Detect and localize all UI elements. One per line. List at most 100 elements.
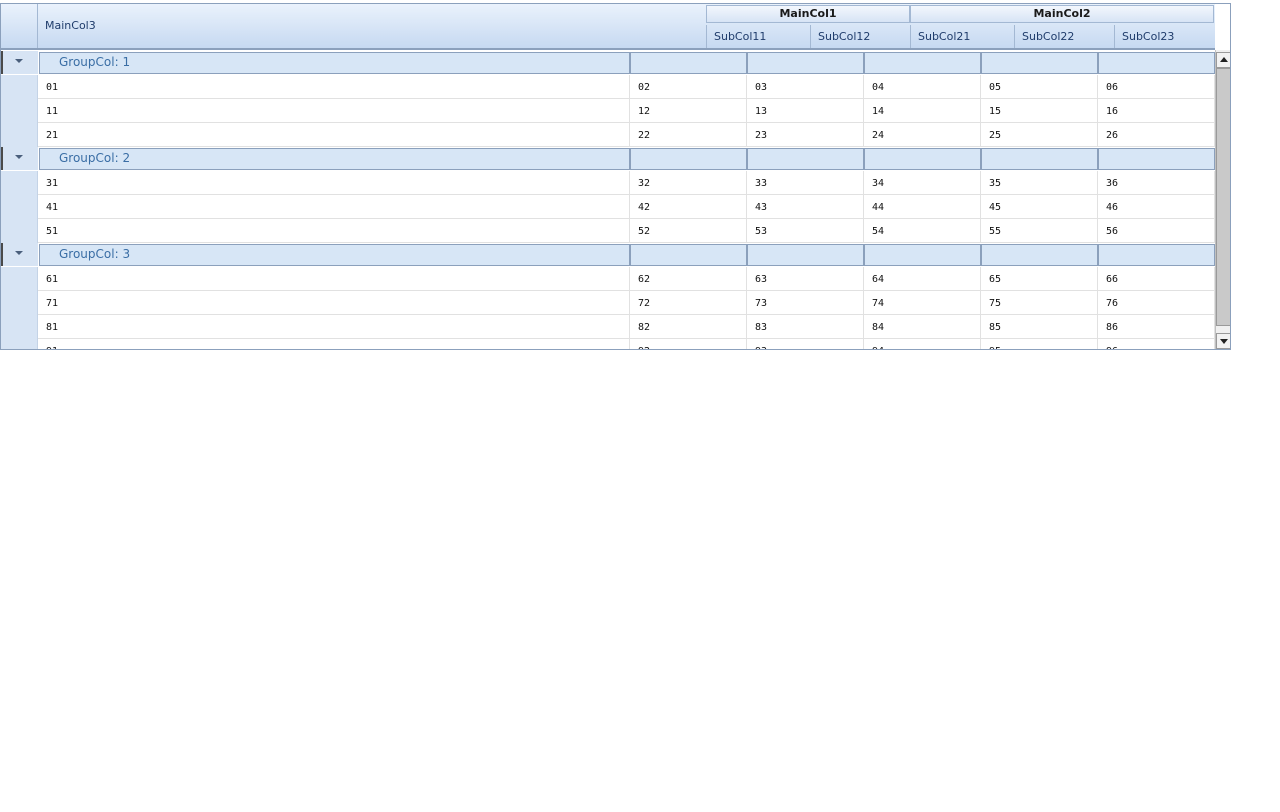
table-cell[interactable]: 84 — [864, 315, 981, 339]
table-cell[interactable]: 53 — [747, 219, 864, 243]
table-row[interactable]: 01 02 03 04 05 06 — [1, 75, 1215, 99]
header-subcol11[interactable]: SubCol11 — [706, 25, 810, 48]
table-cell[interactable]: 94 — [864, 339, 981, 349]
row-indicator[interactable] — [1, 291, 38, 315]
table-cell[interactable]: 91 — [38, 339, 630, 349]
table-cell[interactable]: 32 — [630, 171, 747, 195]
table-cell[interactable]: 05 — [981, 75, 1098, 99]
row-indicator[interactable] — [1, 75, 38, 99]
row-indicator[interactable] — [1, 195, 38, 219]
table-cell[interactable]: 44 — [864, 195, 981, 219]
table-cell[interactable]: 92 — [630, 339, 747, 349]
table-cell[interactable]: 06 — [1098, 75, 1215, 99]
table-cell[interactable]: 55 — [981, 219, 1098, 243]
table-cell[interactable]: 74 — [864, 291, 981, 315]
header-subcol12[interactable]: SubCol12 — [810, 25, 910, 48]
header-subcol21[interactable]: SubCol21 — [910, 25, 1014, 48]
table-cell[interactable]: 76 — [1098, 291, 1215, 315]
collapse-chevron-icon[interactable] — [15, 251, 23, 255]
table-cell[interactable]: 54 — [864, 219, 981, 243]
scroll-down-arrow-icon[interactable] — [1216, 333, 1230, 349]
table-cell[interactable]: 14 — [864, 99, 981, 123]
header-maincol3[interactable]: MainCol3 — [45, 19, 96, 32]
table-cell[interactable]: 43 — [747, 195, 864, 219]
table-cell[interactable]: 73 — [747, 291, 864, 315]
header-band-maincol2[interactable]: MainCol2 — [910, 5, 1214, 23]
table-cell[interactable]: 64 — [864, 267, 981, 291]
table-row[interactable]: 31 32 33 34 35 36 — [1, 171, 1215, 195]
table-cell[interactable]: 83 — [747, 315, 864, 339]
group-row[interactable]: GroupCol: 1 — [1, 51, 1215, 74]
group-row[interactable]: GroupCol: 2 — [1, 147, 1215, 170]
table-cell[interactable]: 61 — [38, 267, 630, 291]
header-band-maincol1[interactable]: MainCol1 — [706, 5, 910, 23]
table-cell[interactable]: 01 — [38, 75, 630, 99]
scroll-up-arrow-icon[interactable] — [1216, 52, 1230, 68]
row-indicator[interactable] — [1, 315, 38, 339]
table-cell[interactable]: 45 — [981, 195, 1098, 219]
table-cell[interactable]: 86 — [1098, 315, 1215, 339]
table-cell[interactable]: 81 — [38, 315, 630, 339]
table-cell[interactable]: 71 — [38, 291, 630, 315]
table-cell[interactable]: 96 — [1098, 339, 1215, 349]
table-cell[interactable]: 22 — [630, 123, 747, 147]
table-cell[interactable]: 03 — [747, 75, 864, 99]
scrollbar-thumb[interactable] — [1216, 68, 1230, 326]
row-indicator[interactable] — [1, 99, 38, 123]
collapse-chevron-icon[interactable] — [15, 155, 23, 159]
table-cell[interactable]: 04 — [864, 75, 981, 99]
table-row[interactable]: 11 12 13 14 15 16 — [1, 99, 1215, 123]
table-cell[interactable]: 65 — [981, 267, 1098, 291]
group-indicator[interactable] — [1, 147, 38, 170]
vertical-scrollbar[interactable] — [1215, 50, 1230, 349]
group-indicator[interactable] — [1, 243, 38, 266]
table-cell[interactable]: 66 — [1098, 267, 1215, 291]
row-indicator[interactable] — [1, 339, 38, 349]
table-cell[interactable]: 11 — [38, 99, 630, 123]
table-cell[interactable]: 02 — [630, 75, 747, 99]
header-subcol23[interactable]: SubCol23 — [1114, 25, 1214, 48]
table-row[interactable]: 41 42 43 44 45 46 — [1, 195, 1215, 219]
table-cell[interactable]: 26 — [1098, 123, 1215, 147]
table-row[interactable]: 71 72 73 74 75 76 — [1, 291, 1215, 315]
table-row[interactable]: 81 82 83 84 85 86 — [1, 315, 1215, 339]
table-cell[interactable]: 46 — [1098, 195, 1215, 219]
row-indicator[interactable] — [1, 171, 38, 195]
table-cell[interactable]: 51 — [38, 219, 630, 243]
group-indicator[interactable] — [1, 51, 38, 74]
table-cell[interactable]: 34 — [864, 171, 981, 195]
row-indicator[interactable] — [1, 267, 38, 291]
table-cell[interactable]: 21 — [38, 123, 630, 147]
table-cell[interactable]: 85 — [981, 315, 1098, 339]
table-cell[interactable]: 93 — [747, 339, 864, 349]
table-cell[interactable]: 24 — [864, 123, 981, 147]
table-cell[interactable]: 31 — [38, 171, 630, 195]
table-cell[interactable]: 33 — [747, 171, 864, 195]
table-row[interactable]: 61 62 63 64 65 66 — [1, 267, 1215, 291]
table-cell[interactable]: 62 — [630, 267, 747, 291]
row-indicator[interactable] — [1, 219, 38, 243]
table-cell[interactable]: 75 — [981, 291, 1098, 315]
table-row[interactable]: 51 52 53 54 55 56 — [1, 219, 1215, 243]
table-cell[interactable]: 95 — [981, 339, 1098, 349]
table-cell[interactable]: 52 — [630, 219, 747, 243]
table-cell[interactable]: 35 — [981, 171, 1098, 195]
header-subcol22[interactable]: SubCol22 — [1014, 25, 1114, 48]
table-cell[interactable]: 72 — [630, 291, 747, 315]
table-cell[interactable]: 36 — [1098, 171, 1215, 195]
table-cell[interactable]: 13 — [747, 99, 864, 123]
table-cell[interactable]: 56 — [1098, 219, 1215, 243]
table-cell[interactable]: 63 — [747, 267, 864, 291]
table-cell[interactable]: 42 — [630, 195, 747, 219]
table-cell[interactable]: 16 — [1098, 99, 1215, 123]
collapse-chevron-icon[interactable] — [15, 59, 23, 63]
table-cell[interactable]: 12 — [630, 99, 747, 123]
table-row[interactable]: 21 22 23 24 25 26 — [1, 123, 1215, 147]
row-indicator[interactable] — [1, 123, 38, 147]
table-cell[interactable]: 82 — [630, 315, 747, 339]
table-cell[interactable]: 25 — [981, 123, 1098, 147]
group-row[interactable]: GroupCol: 3 — [1, 243, 1215, 266]
table-cell[interactable]: 41 — [38, 195, 630, 219]
table-row[interactable]: 919293949596 — [1, 339, 1215, 349]
table-cell[interactable]: 15 — [981, 99, 1098, 123]
